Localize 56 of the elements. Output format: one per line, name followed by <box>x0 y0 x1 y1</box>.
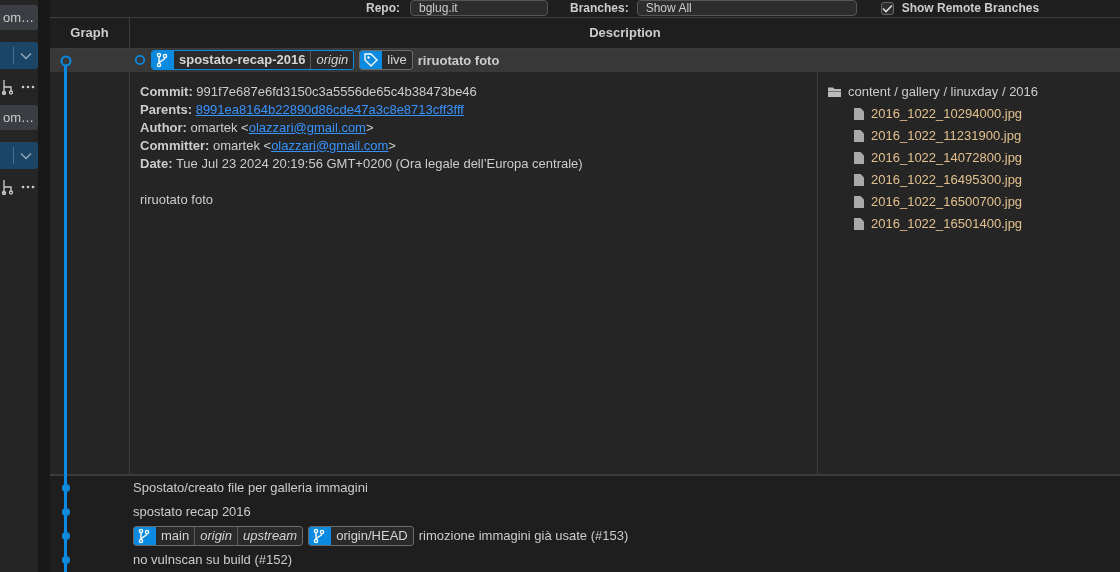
branch-graph-icon[interactable] <box>0 79 14 95</box>
checkbox-label: Show Remote Branches <box>901 1 1040 16</box>
commit-dot <box>61 508 70 516</box>
tag-badge[interactable]: live <box>359 50 413 71</box>
file-name[interactable]: 2016_1022_16495300.jpg <box>871 168 1023 191</box>
column-header: Graph <box>70 25 109 41</box>
commit-message: spostato recap 2016 <box>133 504 251 520</box>
file-icon <box>854 173 864 186</box>
commit-message: Spostato/creato file per galleria immagini <box>133 480 368 496</box>
column-header: Description <box>589 25 661 41</box>
head-marker-icon <box>134 54 146 67</box>
commit-detail-line: Date: Tue Jul 23 2024 20:19:56 GMT+0200 (Ora legale dell’Europa centrale) <box>140 154 584 173</box>
file-name[interactable]: 2016_1022_16500700.jpg <box>871 190 1023 213</box>
sidebar-button[interactable]: om… <box>0 5 38 30</box>
checkbox[interactable] <box>880 1 894 15</box>
folder-icon <box>828 86 841 97</box>
branches-label: Branches: <box>570 1 629 16</box>
file-icon <box>854 107 864 120</box>
file-name[interactable]: 2016_1022_11231900.jpg <box>871 124 1022 147</box>
more-icon[interactable] <box>21 185 35 189</box>
repo-dropdown[interactable]: bglug.it <box>410 0 548 17</box>
file-name[interactable]: 2016_1022_10294000.jpg <box>871 102 1023 125</box>
commit-title: riruotato foto <box>417 52 500 68</box>
commit-detail-line: Author: omartek <olazzari@gmail.com> <box>140 118 375 137</box>
commit-detail-line: Committer: omartek <olazzari@gmail.com> <box>140 136 397 155</box>
commit-dot <box>61 556 70 564</box>
file-name[interactable]: 2016_1022_16501400.jpg <box>871 212 1023 235</box>
commit-detail-line: Commit: 991f7e687e6fd3150c3a5556de65c4b38473be46 <box>140 82 478 101</box>
branch-graph-icon[interactable] <box>0 179 14 195</box>
tag-icon <box>363 52 380 69</box>
branches-dropdown[interactable]: Show All <box>636 0 857 17</box>
check-icon <box>881 3 893 13</box>
file-icon <box>854 195 864 208</box>
more-icon[interactable] <box>21 85 35 89</box>
repo-label: Repo: <box>366 1 400 16</box>
chevron-down-icon[interactable] <box>20 151 32 160</box>
commit-dot <box>61 532 70 540</box>
commit-body: riruotato foto <box>140 190 214 209</box>
commit-node-icon <box>59 55 72 67</box>
branch-badge[interactable]: main origin upstream <box>133 526 304 546</box>
detail-link[interactable]: 8991ea8164b22890d86cde47a3c8e8713cff3fff <box>195 101 464 117</box>
file-icon <box>854 217 864 230</box>
file-icon <box>854 151 864 164</box>
detail-link[interactable]: olazzari@gmail.com <box>248 119 366 135</box>
chevron-down-icon[interactable] <box>20 51 32 60</box>
file-name[interactable]: 2016_1022_14072800.jpg <box>871 146 1023 169</box>
detail-link[interactable]: olazzari@gmail.com <box>271 137 389 153</box>
commit-dot <box>61 484 70 492</box>
commit-message: rimozione immagini già usate (#153) <box>418 528 629 544</box>
commit-detail-line: Parents: 8991ea8164b22890d86cde47a3c8e8713cff3fff <box>140 100 465 119</box>
sidebar-button[interactable]: om… <box>0 105 38 130</box>
commit-message: no vulnscan su build (#152) <box>133 552 292 568</box>
branch-badge[interactable]: origin/HEAD <box>308 526 414 546</box>
branch-badge[interactable]: spostato-recap-2016 origin <box>151 50 355 71</box>
folder-path: content / gallery / linuxday / 2016 <box>848 82 1039 101</box>
file-icon <box>854 129 864 142</box>
